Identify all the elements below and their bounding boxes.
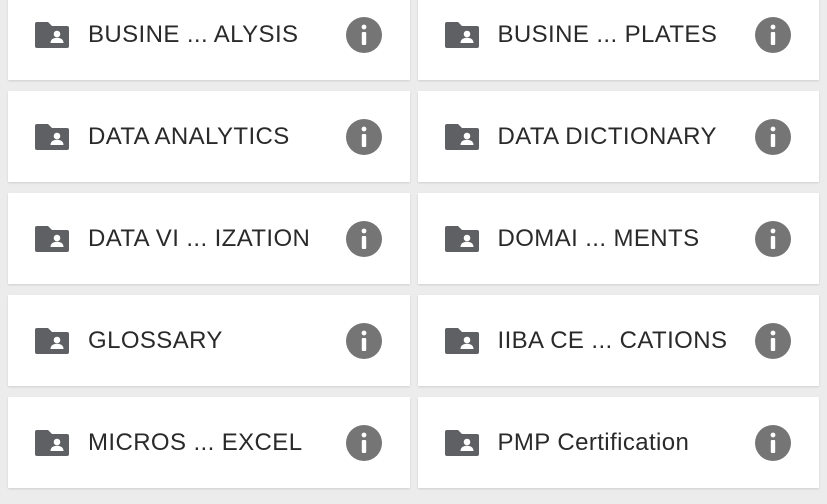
shared-folder-icon bbox=[35, 225, 69, 252]
folder-row: GLOSSARY IIBA CE ... CATIONS bbox=[0, 295, 827, 386]
folder-row: BUSINE ... ALYSIS BUSINE ... PLATES bbox=[0, 0, 827, 80]
info-icon[interactable] bbox=[345, 220, 382, 257]
folder-card[interactable]: BUSINE ... PLATES bbox=[417, 0, 819, 80]
folder-card[interactable]: MICROS ... EXCEL bbox=[8, 397, 410, 488]
info-icon[interactable] bbox=[755, 16, 791, 53]
info-icon[interactable] bbox=[755, 424, 791, 461]
info-icon[interactable] bbox=[755, 118, 791, 155]
shared-folder-icon bbox=[35, 123, 69, 150]
shared-folder-icon bbox=[35, 327, 69, 354]
folder-row: DATA ANALYTICS DATA DICTIONARY bbox=[0, 91, 827, 182]
folder-card[interactable]: BUSINE ... ALYSIS bbox=[8, 0, 410, 80]
folder-card[interactable]: DATA DICTIONARY bbox=[417, 91, 819, 182]
folder-card[interactable]: DATA VI ... IZATION bbox=[8, 193, 410, 284]
folder-card[interactable]: PMP Certification bbox=[417, 397, 819, 488]
info-icon[interactable] bbox=[755, 220, 791, 257]
shared-folder-icon bbox=[35, 429, 69, 456]
folder-card[interactable]: GLOSSARY bbox=[8, 295, 410, 386]
info-icon[interactable] bbox=[345, 16, 382, 53]
shared-folder-icon bbox=[444, 123, 479, 150]
info-icon[interactable] bbox=[345, 424, 382, 461]
info-icon[interactable] bbox=[345, 118, 382, 155]
folder-card[interactable]: DOMAI ... MENTS bbox=[417, 193, 819, 284]
shared-folder-icon bbox=[444, 327, 479, 354]
folder-row: DATA VI ... IZATION DOMAI ... MENTS bbox=[0, 193, 827, 284]
info-icon[interactable] bbox=[755, 322, 791, 359]
info-icon[interactable] bbox=[345, 322, 382, 359]
folder-row: MICROS ... EXCEL PMP Certification bbox=[0, 397, 827, 488]
shared-folder-icon bbox=[35, 21, 69, 48]
shared-folder-icon bbox=[444, 225, 479, 252]
shared-folder-icon bbox=[444, 21, 479, 48]
folder-grid: BUSINE ... ALYSIS BUSINE ... PLATES DATA… bbox=[0, 0, 827, 499]
folder-card[interactable]: IIBA CE ... CATIONS bbox=[417, 295, 819, 386]
folder-card[interactable]: DATA ANALYTICS bbox=[8, 91, 410, 182]
shared-folder-icon bbox=[444, 429, 479, 456]
